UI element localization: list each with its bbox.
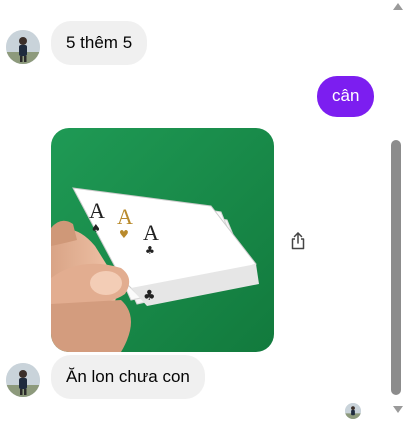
message-photo[interactable]: A ♠ A ♥ A ♣ ♣ (51, 128, 274, 352)
svg-text:♣: ♣ (143, 288, 156, 304)
message-bubble-incoming[interactable]: Ăn lon chưa con (51, 355, 205, 399)
share-button[interactable] (286, 228, 310, 254)
svg-text:♣: ♣ (145, 244, 155, 257)
seen-avatar-image (345, 403, 361, 419)
svg-text:A: A (143, 220, 159, 245)
avatar-image (6, 30, 40, 64)
scroll-up-arrow[interactable] (393, 3, 403, 10)
sender-avatar[interactable] (6, 30, 40, 64)
scroll-thumb[interactable] (391, 140, 401, 395)
message-text: Ăn lon chưa con (66, 367, 190, 386)
svg-text:♠: ♠ (91, 222, 101, 235)
cards-photo: A ♠ A ♥ A ♣ ♣ (51, 128, 274, 352)
sender-avatar[interactable] (6, 363, 40, 397)
svg-text:♥: ♥ (119, 228, 129, 241)
message-bubble-incoming[interactable]: 5 thêm 5 (51, 21, 148, 65)
share-icon (291, 232, 305, 250)
message-bubble-outgoing[interactable]: cân (317, 76, 375, 117)
message-text: cân (332, 86, 360, 105)
seen-avatar (345, 403, 361, 419)
svg-text:A: A (89, 198, 105, 223)
chat-thread: 5 thêm 5 cân A ♠ A ♥ A ♣ ♣ Ăn lon chưa c… (0, 0, 407, 424)
scroll-down-arrow[interactable] (393, 406, 403, 413)
message-text: 5 thêm 5 (66, 33, 133, 52)
svg-text:A: A (117, 204, 133, 229)
scrollbar[interactable] (389, 0, 407, 424)
avatar-image (6, 363, 40, 397)
